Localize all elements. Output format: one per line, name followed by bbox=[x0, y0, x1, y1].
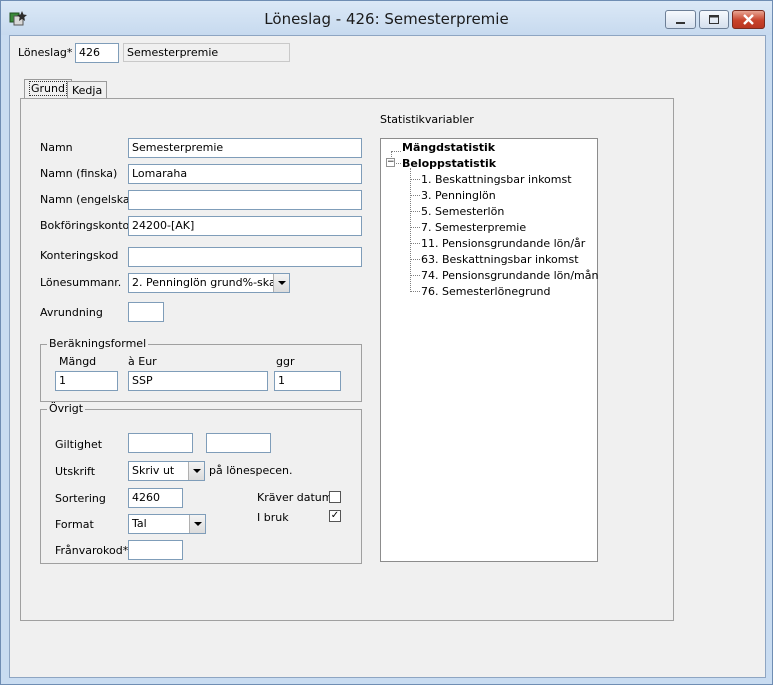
tree-node-mangdstatistik[interactable]: Mängdstatistik bbox=[402, 141, 495, 154]
bokforingskonto-input[interactable]: 24200-[AK] bbox=[128, 216, 362, 236]
franvarokod-input[interactable] bbox=[128, 540, 183, 560]
ovrigt-title: Övrigt bbox=[47, 402, 86, 415]
utskrift-select[interactable]: Skriv ut bbox=[128, 461, 205, 481]
collapse-icon[interactable]: − bbox=[386, 158, 395, 167]
tree-line bbox=[410, 211, 420, 212]
tree-item[interactable]: 1. Beskattningsbar inkomst bbox=[421, 173, 572, 186]
tab-grund-label: Grund bbox=[29, 81, 67, 96]
konteringskod-input[interactable] bbox=[128, 247, 362, 267]
tab-panel: Namn Semesterpremie Namn (finska) Lomara… bbox=[20, 98, 674, 621]
loneslag-label: Löneslag* bbox=[18, 46, 73, 59]
sortering-label: Sortering bbox=[55, 492, 106, 505]
tree-line bbox=[410, 259, 420, 260]
franvarokod-label: Frånvarokod* bbox=[55, 544, 129, 557]
chevron-down-icon[interactable] bbox=[188, 462, 204, 480]
mangd-label: Mängd bbox=[59, 355, 97, 368]
avrundning-label: Avrundning bbox=[40, 306, 103, 319]
eur-input[interactable]: SSP bbox=[128, 371, 268, 391]
tab-grund[interactable]: Grund bbox=[24, 79, 72, 98]
chevron-down-icon[interactable] bbox=[273, 274, 289, 292]
namn-engelska-input[interactable] bbox=[128, 190, 362, 210]
i-bruk-label: I bruk bbox=[257, 511, 289, 524]
ggr-label: ggr bbox=[276, 355, 295, 368]
chevron-down-icon[interactable] bbox=[189, 515, 205, 533]
loneslag-code-input[interactable]: 426 bbox=[75, 43, 119, 63]
namn-engelska-label: Namn (engelska) bbox=[40, 193, 134, 206]
ggr-input[interactable]: 1 bbox=[274, 371, 341, 391]
close-button[interactable] bbox=[732, 10, 765, 29]
utskrift-value: Skriv ut bbox=[132, 464, 175, 477]
utskrift-label: Utskrift bbox=[55, 465, 96, 478]
maximize-button[interactable] bbox=[699, 10, 729, 29]
statistics-tree[interactable]: Mängdstatistik − Beloppstatistik 1. Besk… bbox=[380, 138, 598, 562]
i-bruk-checkbox[interactable]: ✓ bbox=[329, 510, 341, 522]
giltighet-to-input[interactable] bbox=[206, 433, 271, 453]
tree-line bbox=[410, 195, 420, 196]
tree-line bbox=[410, 227, 420, 228]
tree-item[interactable]: 63. Beskattningsbar inkomst bbox=[421, 253, 579, 266]
namn-finska-input[interactable]: Lomaraha bbox=[128, 164, 362, 184]
kraver-datum-label: Kräver datum bbox=[257, 491, 333, 504]
lonesummanr-select[interactable]: 2. Penninglön grund%-skatt bbox=[128, 273, 290, 293]
loneslag-name-field: Semesterpremie bbox=[123, 43, 290, 62]
tree-item[interactable]: 74. Pensionsgrundande lön/mån bbox=[421, 269, 598, 282]
avrundning-input[interactable] bbox=[128, 302, 164, 322]
eur-label: à Eur bbox=[128, 355, 157, 368]
tree-item[interactable]: 7. Semesterpremie bbox=[421, 221, 526, 234]
tree-line bbox=[391, 151, 401, 152]
maximize-icon bbox=[709, 15, 719, 24]
client-area: Löneslag* 426 Semesterpremie Grund Kedja… bbox=[9, 35, 766, 678]
statistikvariabler-label: Statistikvariabler bbox=[380, 113, 474, 126]
tree-item[interactable]: 5. Semesterlön bbox=[421, 205, 504, 218]
lonesummanr-label: Lönesummanr. bbox=[40, 276, 122, 289]
berakningsformel-title: Beräkningsformel bbox=[47, 337, 149, 350]
tree-line bbox=[410, 291, 420, 292]
namn-finska-label: Namn (finska) bbox=[40, 167, 118, 180]
tree-node-beloppstatistik[interactable]: Beloppstatistik bbox=[402, 157, 496, 170]
minimize-icon bbox=[676, 22, 685, 24]
berakningsformel-group: Beräkningsformel Mängd 1 à Eur SSP ggr 1 bbox=[40, 337, 362, 402]
tree-line bbox=[410, 275, 420, 276]
tree-item[interactable]: 3. Penninglön bbox=[421, 189, 496, 202]
window-title: Löneslag - 426: Semesterpremie bbox=[264, 10, 509, 28]
tree-line bbox=[410, 179, 420, 180]
format-value: Tal bbox=[132, 517, 147, 530]
tree-item[interactable]: 76. Semesterlönegrund bbox=[421, 285, 551, 298]
namn-label: Namn bbox=[40, 141, 73, 154]
format-select[interactable]: Tal bbox=[128, 514, 206, 534]
tree-line bbox=[396, 163, 401, 164]
minimize-button[interactable] bbox=[665, 10, 696, 29]
konteringskod-label: Konteringskod bbox=[40, 249, 119, 262]
kraver-datum-checkbox[interactable] bbox=[329, 491, 341, 503]
sortering-input[interactable]: 4260 bbox=[128, 488, 183, 508]
title-bar[interactable]: Löneslag - 426: Semesterpremie bbox=[1, 1, 772, 35]
bokforingskonto-label: Bokföringskonto bbox=[40, 219, 130, 232]
mangd-input[interactable]: 1 bbox=[55, 371, 118, 391]
ovrigt-group: Övrigt Giltighet Utskrift Skriv ut på lö… bbox=[40, 402, 362, 564]
format-label: Format bbox=[55, 518, 94, 531]
tree-item[interactable]: 11. Pensionsgrundande lön/år bbox=[421, 237, 585, 250]
utskrift-suffix: på lönespecen. bbox=[209, 464, 293, 477]
tab-kedja[interactable]: Kedja bbox=[67, 81, 108, 99]
namn-input[interactable]: Semesterpremie bbox=[128, 138, 362, 158]
tree-line bbox=[410, 168, 411, 292]
giltighet-from-input[interactable] bbox=[128, 433, 193, 453]
close-icon bbox=[743, 14, 754, 25]
tree-line bbox=[410, 243, 420, 244]
window: Löneslag - 426: Semesterpremie Löneslag*… bbox=[0, 0, 773, 685]
giltighet-label: Giltighet bbox=[55, 438, 103, 451]
lonesummanr-value: 2. Penninglön grund%-skatt bbox=[132, 276, 285, 289]
